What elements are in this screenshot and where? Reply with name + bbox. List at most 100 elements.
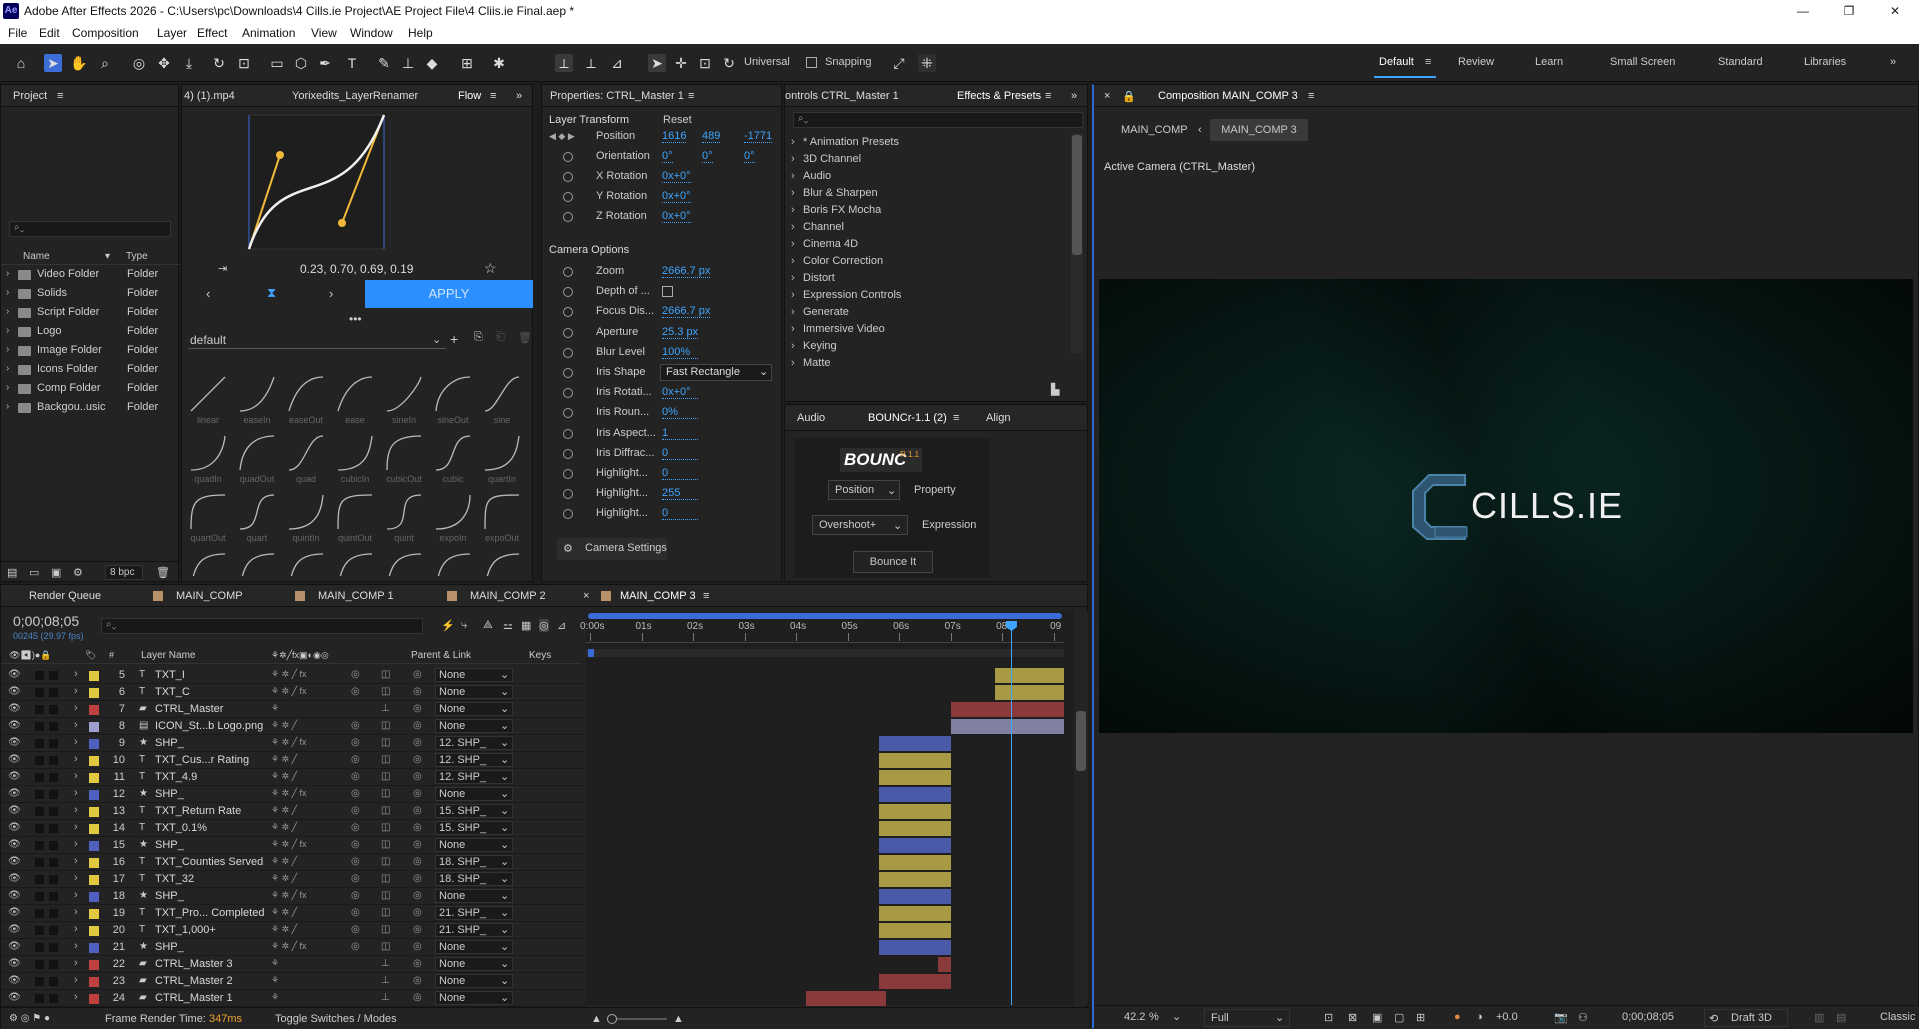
scale-3d-icon[interactable]: ⊡ bbox=[696, 54, 714, 72]
timeline-zoom-slider[interactable] bbox=[607, 1014, 667, 1024]
expand-arrow-icon[interactable]: › bbox=[791, 153, 795, 165]
eye-icon[interactable]: 👁 bbox=[8, 737, 21, 748]
layer-duration-bar[interactable] bbox=[994, 685, 1064, 700]
pickwhip-icon[interactable]: ◎ bbox=[413, 703, 422, 714]
project-item[interactable]: › Video Folder Folder bbox=[1, 266, 180, 284]
parent-select[interactable]: None ⌄ bbox=[435, 991, 513, 1005]
draft-3d-toggle-icon[interactable]: ⟁ bbox=[483, 619, 493, 632]
layer-row[interactable]: 👁 › 8 ▤ ICON_St...b Logo.png ⚘ ✲ ╱ ◎ ◫ ◎ None ⌄ bbox=[1, 718, 586, 735]
layer-row[interactable]: 👁 › 21 ★ SHP_ ⚘ ✲ ╱ fx ◎ ◫ ◎ None ⌄ bbox=[1, 939, 586, 956]
expand-arrow-icon[interactable]: › bbox=[74, 872, 78, 884]
render-icons[interactable]: ⚙ ◎ ⚑ ● bbox=[9, 1013, 50, 1024]
minimize-button[interactable]: — bbox=[1780, 0, 1826, 22]
parent-select[interactable]: 12. SHP_ ⌄ bbox=[435, 770, 513, 784]
curve-preset-quartOut[interactable] bbox=[189, 493, 227, 531]
3d-layer-switch[interactable]: ◫ bbox=[381, 839, 390, 850]
eye-icon[interactable]: 👁 bbox=[8, 958, 21, 969]
layer-name[interactable]: TXT_Return Rate bbox=[155, 805, 241, 817]
selection-tool-icon[interactable]: ➤ bbox=[44, 54, 62, 72]
project-menu-icon[interactable]: ≡ bbox=[57, 90, 63, 102]
layer-label-color[interactable] bbox=[89, 705, 99, 715]
tab-render-queue[interactable]: Render Queue bbox=[29, 590, 101, 602]
layer-row[interactable]: 👁 › 13 T TXT_Return Rate ⚘ ✲ ╱ ◎ ◫ ◎ 15. SHP_ ⌄ bbox=[1, 803, 586, 820]
expand-arrow-icon[interactable]: › bbox=[74, 668, 78, 680]
expand-arrow-icon[interactable]: › bbox=[791, 306, 795, 318]
classic-3d-label[interactable]: Classic 3 bbox=[1880, 1011, 1919, 1023]
pickwhip-icon[interactable]: ◎ bbox=[413, 737, 422, 748]
3d-layer-switch[interactable]: ◫ bbox=[381, 754, 390, 765]
parent-select[interactable]: None ⌄ bbox=[435, 685, 513, 699]
flow-curve-editor[interactable] bbox=[242, 111, 432, 253]
expand-arrow-icon[interactable]: › bbox=[791, 323, 795, 335]
expand-arrow-icon[interactable]: › bbox=[791, 204, 795, 216]
layer-name[interactable]: TXT_C bbox=[155, 686, 190, 698]
eye-icon[interactable]: 👁 bbox=[8, 720, 21, 731]
layer-duration-bar[interactable] bbox=[878, 821, 951, 836]
camera-option-value[interactable]: 25.3 px bbox=[662, 326, 699, 339]
tab-main-comp-2[interactable]: MAIN_COMP 2 bbox=[470, 590, 546, 602]
camera-option-value[interactable]: 0x+0° bbox=[662, 386, 698, 400]
expand-arrow-icon[interactable]: › bbox=[6, 287, 9, 298]
3d-layer-switch[interactable]: ◫ bbox=[381, 669, 390, 680]
lock-switch[interactable] bbox=[49, 790, 58, 799]
snapping-checkbox[interactable] bbox=[806, 57, 817, 68]
work-area-fill[interactable] bbox=[588, 613, 1062, 619]
layer-name[interactable]: CTRL_Master 3 bbox=[155, 958, 233, 970]
expand-arrow-icon[interactable]: › bbox=[791, 238, 795, 250]
layer-label-color[interactable] bbox=[89, 858, 99, 868]
effect-category[interactable]: › Audio bbox=[789, 169, 1069, 185]
zoom-out-icon[interactable]: ▲ bbox=[591, 1013, 602, 1025]
tab-main-comp-3[interactable]: MAIN_COMP 3 bbox=[620, 590, 696, 602]
toggle-switches-modes[interactable]: Toggle Switches / Modes bbox=[275, 1013, 397, 1025]
current-timecode[interactable]: 0;00;08;05 bbox=[13, 613, 79, 629]
stopwatch-icon[interactable] bbox=[563, 368, 573, 378]
3d-layer-switch[interactable]: ◫ bbox=[381, 907, 390, 918]
curve-preset-cubicIn[interactable] bbox=[336, 434, 374, 472]
project-item[interactable]: › Backgou..usic Folder bbox=[1, 399, 180, 417]
menu-window[interactable]: Window bbox=[350, 26, 393, 40]
menu-help[interactable]: Help bbox=[408, 26, 433, 40]
3d-layer-switch[interactable]: ◫ bbox=[381, 873, 390, 884]
expand-arrow-icon[interactable]: › bbox=[74, 753, 78, 765]
layer-label-color[interactable] bbox=[89, 977, 99, 987]
curve-preset-quart[interactable] bbox=[238, 493, 276, 531]
transform-value[interactable]: 0° bbox=[662, 150, 673, 163]
bpc-button[interactable]: 8 bpc bbox=[105, 565, 143, 580]
eye-icon[interactable]: 👁 bbox=[8, 873, 21, 884]
pickwhip-icon[interactable]: ◎ bbox=[413, 992, 422, 1003]
layer-duration-bar[interactable] bbox=[878, 889, 951, 904]
layer-switches[interactable]: ⚘ ✲ ╱ bbox=[271, 907, 297, 918]
layer-row[interactable]: 👁 › 23 ▰ CTRL_Master 2 ⚘ ⊥ ◎ None ⌄ bbox=[1, 973, 586, 990]
stopwatch-icon[interactable] bbox=[563, 267, 573, 277]
project-item[interactable]: › Logo Folder bbox=[1, 323, 180, 341]
menu-view[interactable]: View bbox=[311, 26, 337, 40]
layer-label-color[interactable] bbox=[89, 756, 99, 766]
stopwatch-icon[interactable] bbox=[563, 469, 573, 479]
project-col-type[interactable]: Type bbox=[126, 251, 148, 262]
layer-row[interactable]: 👁 › 11 T TXT_4.9 ⚘ ✲ ╱ ◎ ◫ ◎ 12. SHP_ ⌄ bbox=[1, 769, 586, 786]
curve-preset-cubic[interactable] bbox=[434, 434, 472, 472]
layer-label-color[interactable] bbox=[89, 875, 99, 885]
label-column-icon[interactable]: 🏷 bbox=[85, 650, 96, 661]
motion-blur-switch[interactable]: ◎ bbox=[351, 924, 360, 935]
time-graph[interactable]: 0:00s 01s 02s 03s 04s 05s 06s 07s 08s 09 bbox=[580, 611, 1074, 1006]
bounce-it-button[interactable]: Bounce It bbox=[853, 551, 933, 573]
expand-arrow-icon[interactable]: › bbox=[74, 991, 78, 1003]
solo-switch[interactable] bbox=[35, 994, 44, 1003]
curve-preset-expoIn[interactable] bbox=[434, 493, 472, 531]
edit-preset-icon[interactable]: ⎗ bbox=[496, 331, 505, 344]
new-bin-icon[interactable]: ▙ bbox=[1051, 383, 1059, 396]
rotate-3d-icon[interactable]: ↻ bbox=[720, 54, 738, 72]
cube-tool-icon[interactable]: ⬡ bbox=[292, 54, 310, 72]
lock-switch[interactable] bbox=[49, 994, 58, 1003]
expand-arrow-icon[interactable]: › bbox=[74, 736, 78, 748]
layer-switches[interactable]: ⚘ ✲ ╱ bbox=[271, 873, 297, 884]
layer-row[interactable]: 👁 › 10 T TXT_Cus...r Rating ⚘ ✲ ╱ ◎ ◫ ◎ 12. SHP_… bbox=[1, 752, 586, 769]
stopwatch-icon[interactable] bbox=[563, 287, 573, 298]
pen-tool-icon[interactable]: ✒ bbox=[316, 54, 334, 72]
layer-duration-bar[interactable] bbox=[878, 855, 951, 870]
delete-preset-icon[interactable]: 🗑 bbox=[518, 331, 532, 344]
lock-switch[interactable] bbox=[49, 926, 58, 935]
camera-settings-button[interactable]: ⚙ Camera Settings bbox=[557, 538, 667, 560]
project-search-input[interactable]: ⌕⌄ bbox=[9, 221, 171, 237]
